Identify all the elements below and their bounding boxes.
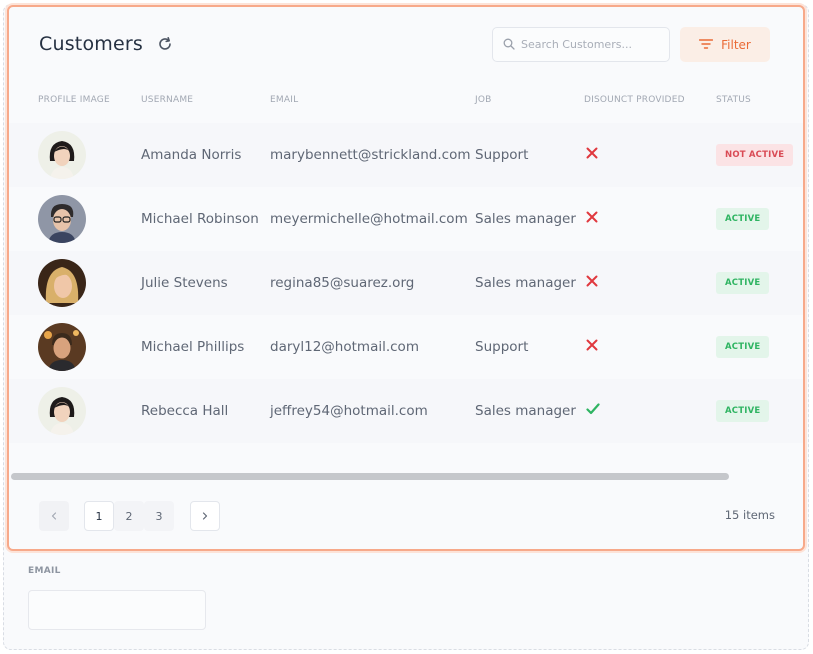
status-badge: ACTIVE (716, 208, 770, 230)
cross-icon (586, 147, 598, 163)
email-cell: meyermichelle@hotmail.com (270, 211, 468, 227)
discount-cell (586, 123, 598, 187)
search-icon (503, 35, 515, 54)
status-cell: NOT ACTIVE (716, 123, 794, 187)
refresh-icon[interactable] (157, 36, 173, 52)
job-cell: Support (475, 339, 529, 355)
status-badge: NOT ACTIVE (716, 144, 794, 166)
profile-image-cell (38, 251, 86, 315)
next-page-button[interactable] (190, 501, 220, 531)
avatar (38, 323, 86, 371)
horizontal-scrollbar[interactable] (11, 473, 729, 480)
email-cell: jeffrey54@hotmail.com (270, 403, 428, 419)
cross-icon (586, 339, 598, 355)
chevron-left-icon (51, 510, 57, 523)
column-header-job: JOB (475, 95, 492, 105)
username-cell: Amanda Norris (141, 147, 242, 163)
avatar (38, 195, 86, 243)
column-header-profile-image: PROFILE IMAGE (38, 95, 110, 105)
table-row[interactable]: Michael Robinson meyermichelle@hotmail.c… (9, 187, 803, 251)
email-cell: marybennett@strickland.com (270, 147, 471, 163)
filter-label: Filter (721, 37, 751, 52)
avatar (38, 387, 86, 435)
table-row[interactable]: Rebecca Hall jeffrey54@hotmail.com Sales… (9, 379, 803, 443)
page-button-2[interactable]: 2 (114, 501, 144, 531)
table-row[interactable]: Julie Stevens regina85@suarez.org Sales … (9, 251, 803, 315)
status-cell: ACTIVE (716, 315, 770, 379)
discount-cell (586, 315, 598, 379)
status-cell: ACTIVE (716, 251, 770, 315)
column-header-status: STATUS (716, 95, 751, 105)
profile-image-cell (38, 315, 86, 379)
discount-cell (586, 187, 598, 251)
profile-image-cell (38, 187, 86, 251)
username-cell: Julie Stevens (141, 275, 228, 291)
items-count: 15 items (724, 508, 775, 522)
status-badge: ACTIVE (716, 336, 770, 358)
search-box[interactable] (492, 27, 670, 62)
discount-cell (586, 379, 600, 443)
cross-icon (586, 275, 598, 291)
status-cell: ACTIVE (716, 187, 770, 251)
table-row[interactable]: Amanda Norris marybennett@strickland.com… (9, 123, 803, 187)
column-header-email: EMAIL (270, 95, 299, 105)
table-header: PROFILE IMAGE USERNAME EMAIL JOB DISOUNC… (9, 95, 803, 111)
customers-card: Customers Filter PROFILE IMAGE (7, 5, 805, 551)
filter-icon (698, 38, 714, 52)
page-button-3[interactable]: 3 (144, 501, 174, 531)
username-cell: Michael Robinson (141, 211, 259, 227)
check-icon (586, 403, 600, 419)
email-cell: regina85@suarez.org (270, 275, 415, 291)
job-cell: Sales manager (475, 275, 576, 291)
job-cell: Sales manager (475, 211, 576, 227)
status-badge: ACTIVE (716, 272, 770, 294)
profile-image-cell (38, 123, 86, 187)
email-field[interactable] (28, 590, 206, 630)
prev-page-button[interactable] (39, 501, 69, 531)
job-cell: Sales manager (475, 403, 576, 419)
cross-icon (586, 211, 598, 227)
pagination: 1 2 3 (39, 501, 220, 531)
email-cell: daryl12@hotmail.com (270, 339, 419, 355)
avatar (38, 131, 86, 179)
column-header-discount: DISOUNCT PROVIDED (584, 95, 685, 105)
search-input[interactable] (521, 38, 661, 51)
chevron-right-icon (202, 510, 208, 523)
job-cell: Support (475, 147, 529, 163)
email-label: EMAIL (28, 566, 61, 576)
status-badge: ACTIVE (716, 400, 770, 422)
status-cell: ACTIVE (716, 379, 770, 443)
page-title: Customers (39, 33, 143, 55)
discount-cell (586, 251, 598, 315)
table-row[interactable]: Michael Phillips daryl12@hotmail.com Sup… (9, 315, 803, 379)
page-button-1[interactable]: 1 (84, 501, 114, 531)
card-header: Customers (39, 33, 173, 55)
column-header-username: USERNAME (141, 95, 194, 105)
username-cell: Rebecca Hall (141, 403, 229, 419)
username-cell: Michael Phillips (141, 339, 245, 355)
profile-image-cell (38, 379, 86, 443)
avatar (38, 259, 86, 307)
filter-button[interactable]: Filter (680, 27, 770, 62)
